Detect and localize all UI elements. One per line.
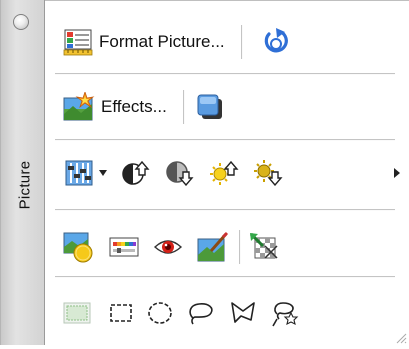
recolor-picture-button[interactable] <box>63 231 95 263</box>
effects-button[interactable]: Effects... <box>63 92 167 122</box>
picture-palette: Picture Format Picture... Effects... <box>0 0 409 345</box>
color-adjust-icon <box>109 234 139 260</box>
shadow-icon <box>195 92 225 122</box>
palette-content: Format Picture... Effects... <box>45 0 409 345</box>
rectangular-marquee-icon <box>109 302 133 324</box>
color-adjust-button[interactable] <box>109 234 139 260</box>
format-picture-label: Format Picture... <box>99 32 225 51</box>
less-brightness-button[interactable] <box>253 160 283 186</box>
select-all-button[interactable] <box>63 301 91 325</box>
more-contrast-button[interactable] <box>121 160 151 186</box>
format-picture-button[interactable]: Format Picture... <box>63 27 225 57</box>
more-brightness-icon <box>209 160 239 186</box>
effects-icon <box>63 92 95 122</box>
row-effects: Effects... <box>55 88 401 126</box>
row-separator <box>55 209 395 211</box>
format-picture-icon <box>63 27 93 57</box>
reset-picture-icon <box>261 26 291 58</box>
row-image-control <box>55 153 401 193</box>
less-contrast-icon <box>165 160 195 186</box>
oval-marquee-button[interactable] <box>147 301 173 325</box>
transparent-color-icon <box>249 232 279 262</box>
fix-picture-button[interactable] <box>197 231 229 263</box>
row-picture-tools <box>55 227 401 267</box>
magic-lasso-icon <box>271 299 299 327</box>
more-contrast-icon <box>121 160 151 186</box>
polygonal-lasso-icon <box>229 300 257 326</box>
overflow-arrow-icon[interactable] <box>393 168 401 178</box>
shadow-button[interactable] <box>195 92 225 122</box>
resize-grip-icon[interactable] <box>395 331 407 344</box>
lasso-button[interactable] <box>187 300 215 326</box>
magic-lasso-button[interactable] <box>271 299 299 327</box>
select-all-icon <box>63 301 91 325</box>
row-separator <box>55 139 395 141</box>
row-separator <box>55 73 395 75</box>
palette-sidebar: Picture <box>0 0 45 345</box>
row-separator <box>55 276 395 278</box>
dropdown-arrow-icon[interactable] <box>99 169 107 177</box>
transparent-color-button[interactable] <box>249 232 279 262</box>
image-control-button[interactable] <box>65 160 93 186</box>
oval-marquee-icon <box>147 301 173 325</box>
divider <box>239 230 241 264</box>
polygonal-lasso-button[interactable] <box>229 300 257 326</box>
red-eye-icon <box>153 234 183 260</box>
reset-picture-button[interactable] <box>261 26 291 58</box>
lasso-icon <box>187 300 215 326</box>
row-format: Format Picture... <box>55 23 401 61</box>
rectangular-marquee-button[interactable] <box>109 302 133 324</box>
row-selection-tools <box>55 293 401 333</box>
palette-close-button[interactable] <box>13 14 29 30</box>
palette-title: Picture <box>16 160 34 210</box>
effects-label: Effects... <box>101 97 167 116</box>
less-brightness-icon <box>253 160 283 186</box>
red-eye-button[interactable] <box>153 234 183 260</box>
more-brightness-button[interactable] <box>209 160 239 186</box>
less-contrast-button[interactable] <box>165 160 195 186</box>
image-control-icon <box>65 160 93 186</box>
fix-picture-icon <box>197 231 229 263</box>
recolor-picture-icon <box>63 231 95 263</box>
divider <box>240 25 243 59</box>
divider <box>182 90 185 124</box>
